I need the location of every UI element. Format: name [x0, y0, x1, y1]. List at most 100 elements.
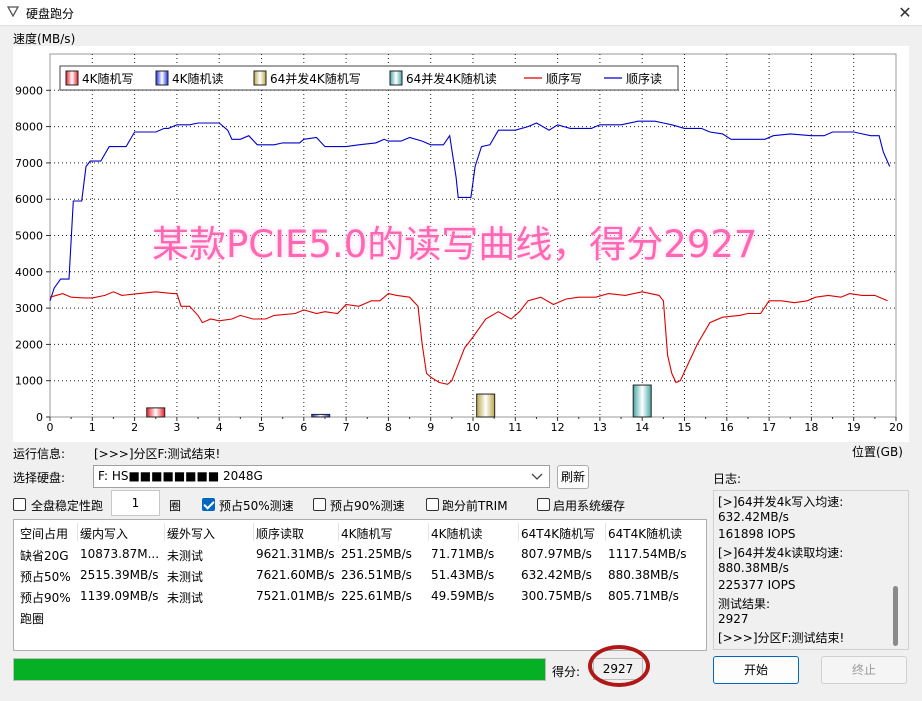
laps-unit-label: 圈 — [169, 499, 182, 513]
prefill90-checkbox[interactable] — [313, 498, 326, 511]
column-header[interactable]: 4K随机读 — [431, 525, 483, 542]
x-tick-label: 10 — [466, 421, 480, 434]
y-tick-label: 7000 — [15, 157, 43, 170]
prefill50-label: 预占50%测速 — [219, 499, 294, 513]
table-cell: 预占90% — [20, 591, 71, 605]
table-cell: 10873.87M... — [80, 547, 160, 561]
chart-legend: 4K随机写 4K随机读 64并发4K随机写 64并发4K随机读 顺序写 顺序读 — [59, 65, 679, 91]
x-tick-label: 9 — [427, 421, 434, 434]
system-cache-label: 启用系统缓存 — [553, 499, 626, 513]
start-button[interactable]: 开始 — [713, 656, 799, 684]
log-line: [>]64并发4k读取均速: — [718, 546, 844, 560]
overlay-caption: 某款PCIE5.0的读写曲线，得分2927 — [152, 223, 758, 266]
table-cell: 1139.09MB/s — [80, 589, 159, 603]
column-header[interactable]: 缓外写入 — [167, 525, 215, 542]
table-cell: 预占50% — [20, 570, 71, 584]
column-header[interactable]: 64T4K随机读 — [608, 525, 682, 542]
column-header[interactable]: 64T4K随机写 — [521, 525, 595, 542]
log-label: 日志: — [713, 472, 742, 486]
table-cell: 300.75MB/s — [521, 589, 592, 603]
bar-64并发4K随机写 — [476, 393, 496, 418]
x-tick-label: 5 — [258, 421, 265, 434]
bar-4K随机读 — [311, 413, 331, 418]
y-tick-label: 3000 — [15, 302, 43, 315]
score-label: 得分: — [552, 665, 581, 679]
window-title: 硬盘跑分 — [26, 7, 75, 21]
table-cell: 未测试 — [167, 570, 204, 584]
table-cell: 未测试 — [167, 591, 204, 605]
results-table[interactable]: 空间占用 缓内写入 缓外写入 顺序读取 4K随机写 4K随机读 64T4K随机写 64T4K随… — [13, 519, 707, 651]
legend-swatch — [389, 70, 403, 86]
table-cell: 跑圈 — [20, 612, 45, 626]
column-header[interactable]: 4K随机写 — [341, 525, 393, 542]
refresh-button[interactable]: 刷新 — [557, 465, 589, 489]
table-cell: 49.59MB/s — [431, 589, 495, 603]
y-tick-label: 6000 — [15, 193, 43, 206]
table-cell: 7521.01MB/s — [256, 589, 335, 603]
bar-4K随机写 — [146, 407, 166, 418]
disk-select-label: 选择硬盘: — [13, 471, 66, 485]
log-panel[interactable]: [>]64并发4k写入均速: 632.42MB/s 161898 IOPS [>]64… — [713, 490, 909, 650]
x-tick-label: 13 — [593, 421, 607, 434]
log-line: 632.42MB/s — [718, 510, 789, 524]
table-cell: 51.43MB/s — [431, 568, 495, 582]
y-tick-label: 5000 — [15, 230, 43, 243]
y-tick-label: 1000 — [15, 375, 43, 388]
log-scrollbar[interactable] — [893, 586, 898, 646]
log-line: 测试结果: — [718, 597, 771, 611]
title-bar: 硬盘跑分 ✕ — [0, 0, 922, 26]
table-cell: 807.97MB/s — [521, 547, 592, 561]
column-separator — [164, 523, 165, 541]
table-cell: 2515.39MB/s — [80, 568, 159, 582]
x-tick-label: 19 — [847, 421, 861, 434]
table-cell: 7621.60MB/s — [256, 568, 335, 582]
log-line: 225377 IOPS — [718, 578, 796, 592]
x-tick-label: 0 — [47, 421, 54, 434]
trim-label: 跑分前TRIM — [442, 499, 508, 513]
table-cell: 225.61MB/s — [341, 589, 412, 603]
full-disk-checkbox[interactable] — [13, 498, 26, 511]
column-header[interactable]: 缓内写入 — [80, 525, 128, 542]
table-cell: 236.51MB/s — [341, 568, 412, 582]
progress-bar — [13, 658, 546, 681]
legend-label: 64并发4K随机读 — [406, 71, 497, 86]
stop-button[interactable]: 终止 — [821, 656, 907, 684]
table-cell: 未测试 — [167, 549, 204, 563]
chevron-down-icon — [531, 473, 543, 480]
trim-checkbox[interactable] — [426, 498, 439, 511]
x-tick-label: 2 — [131, 421, 138, 434]
x-tick-label: 4 — [216, 421, 223, 434]
y-tick-label: 8000 — [15, 121, 43, 134]
legend-label: 4K随机写 — [82, 71, 134, 86]
column-separator — [605, 523, 606, 541]
legend-label: 4K随机读 — [172, 71, 224, 86]
disk-select[interactable]: F: HS■■■■■■■■ 2048G — [93, 465, 550, 488]
score-highlight-circle — [588, 645, 650, 687]
table-cell: 缺省20G — [20, 549, 69, 563]
prefill90-label: 预占90%测速 — [330, 499, 405, 513]
log-line: [>]64并发4k写入均速: — [718, 495, 844, 509]
x-tick-label: 11 — [508, 421, 522, 434]
x-axis-unit-label: 位置(GB) — [852, 445, 903, 459]
laps-input[interactable]: 1 — [111, 490, 160, 516]
table-cell: 632.42MB/s — [521, 568, 592, 582]
column-separator — [518, 523, 519, 541]
legend-label: 顺序写 — [546, 71, 582, 86]
y-tick-label: 0 — [36, 411, 43, 424]
legend-label: 64并发4K随机写 — [270, 71, 361, 86]
x-tick-label: 17 — [762, 421, 776, 434]
column-header[interactable]: 顺序读取 — [256, 525, 304, 542]
progress-fill — [14, 659, 545, 680]
x-tick-label: 3 — [173, 421, 180, 434]
column-header[interactable]: 空间占用 — [20, 525, 68, 542]
legend-swatch — [253, 70, 267, 86]
x-tick-label: 15 — [678, 421, 692, 434]
close-button[interactable]: ✕ — [893, 2, 917, 24]
column-separator — [77, 523, 78, 541]
disk-select-value: F: HS■■■■■■■■ 2048G — [98, 469, 263, 483]
log-line: 880.38MB/s — [718, 561, 789, 575]
table-cell: 251.25MB/s — [341, 547, 412, 561]
table-cell: 805.71MB/s — [608, 589, 679, 603]
prefill50-checkbox[interactable] — [202, 498, 215, 511]
system-cache-checkbox[interactable] — [537, 498, 550, 511]
